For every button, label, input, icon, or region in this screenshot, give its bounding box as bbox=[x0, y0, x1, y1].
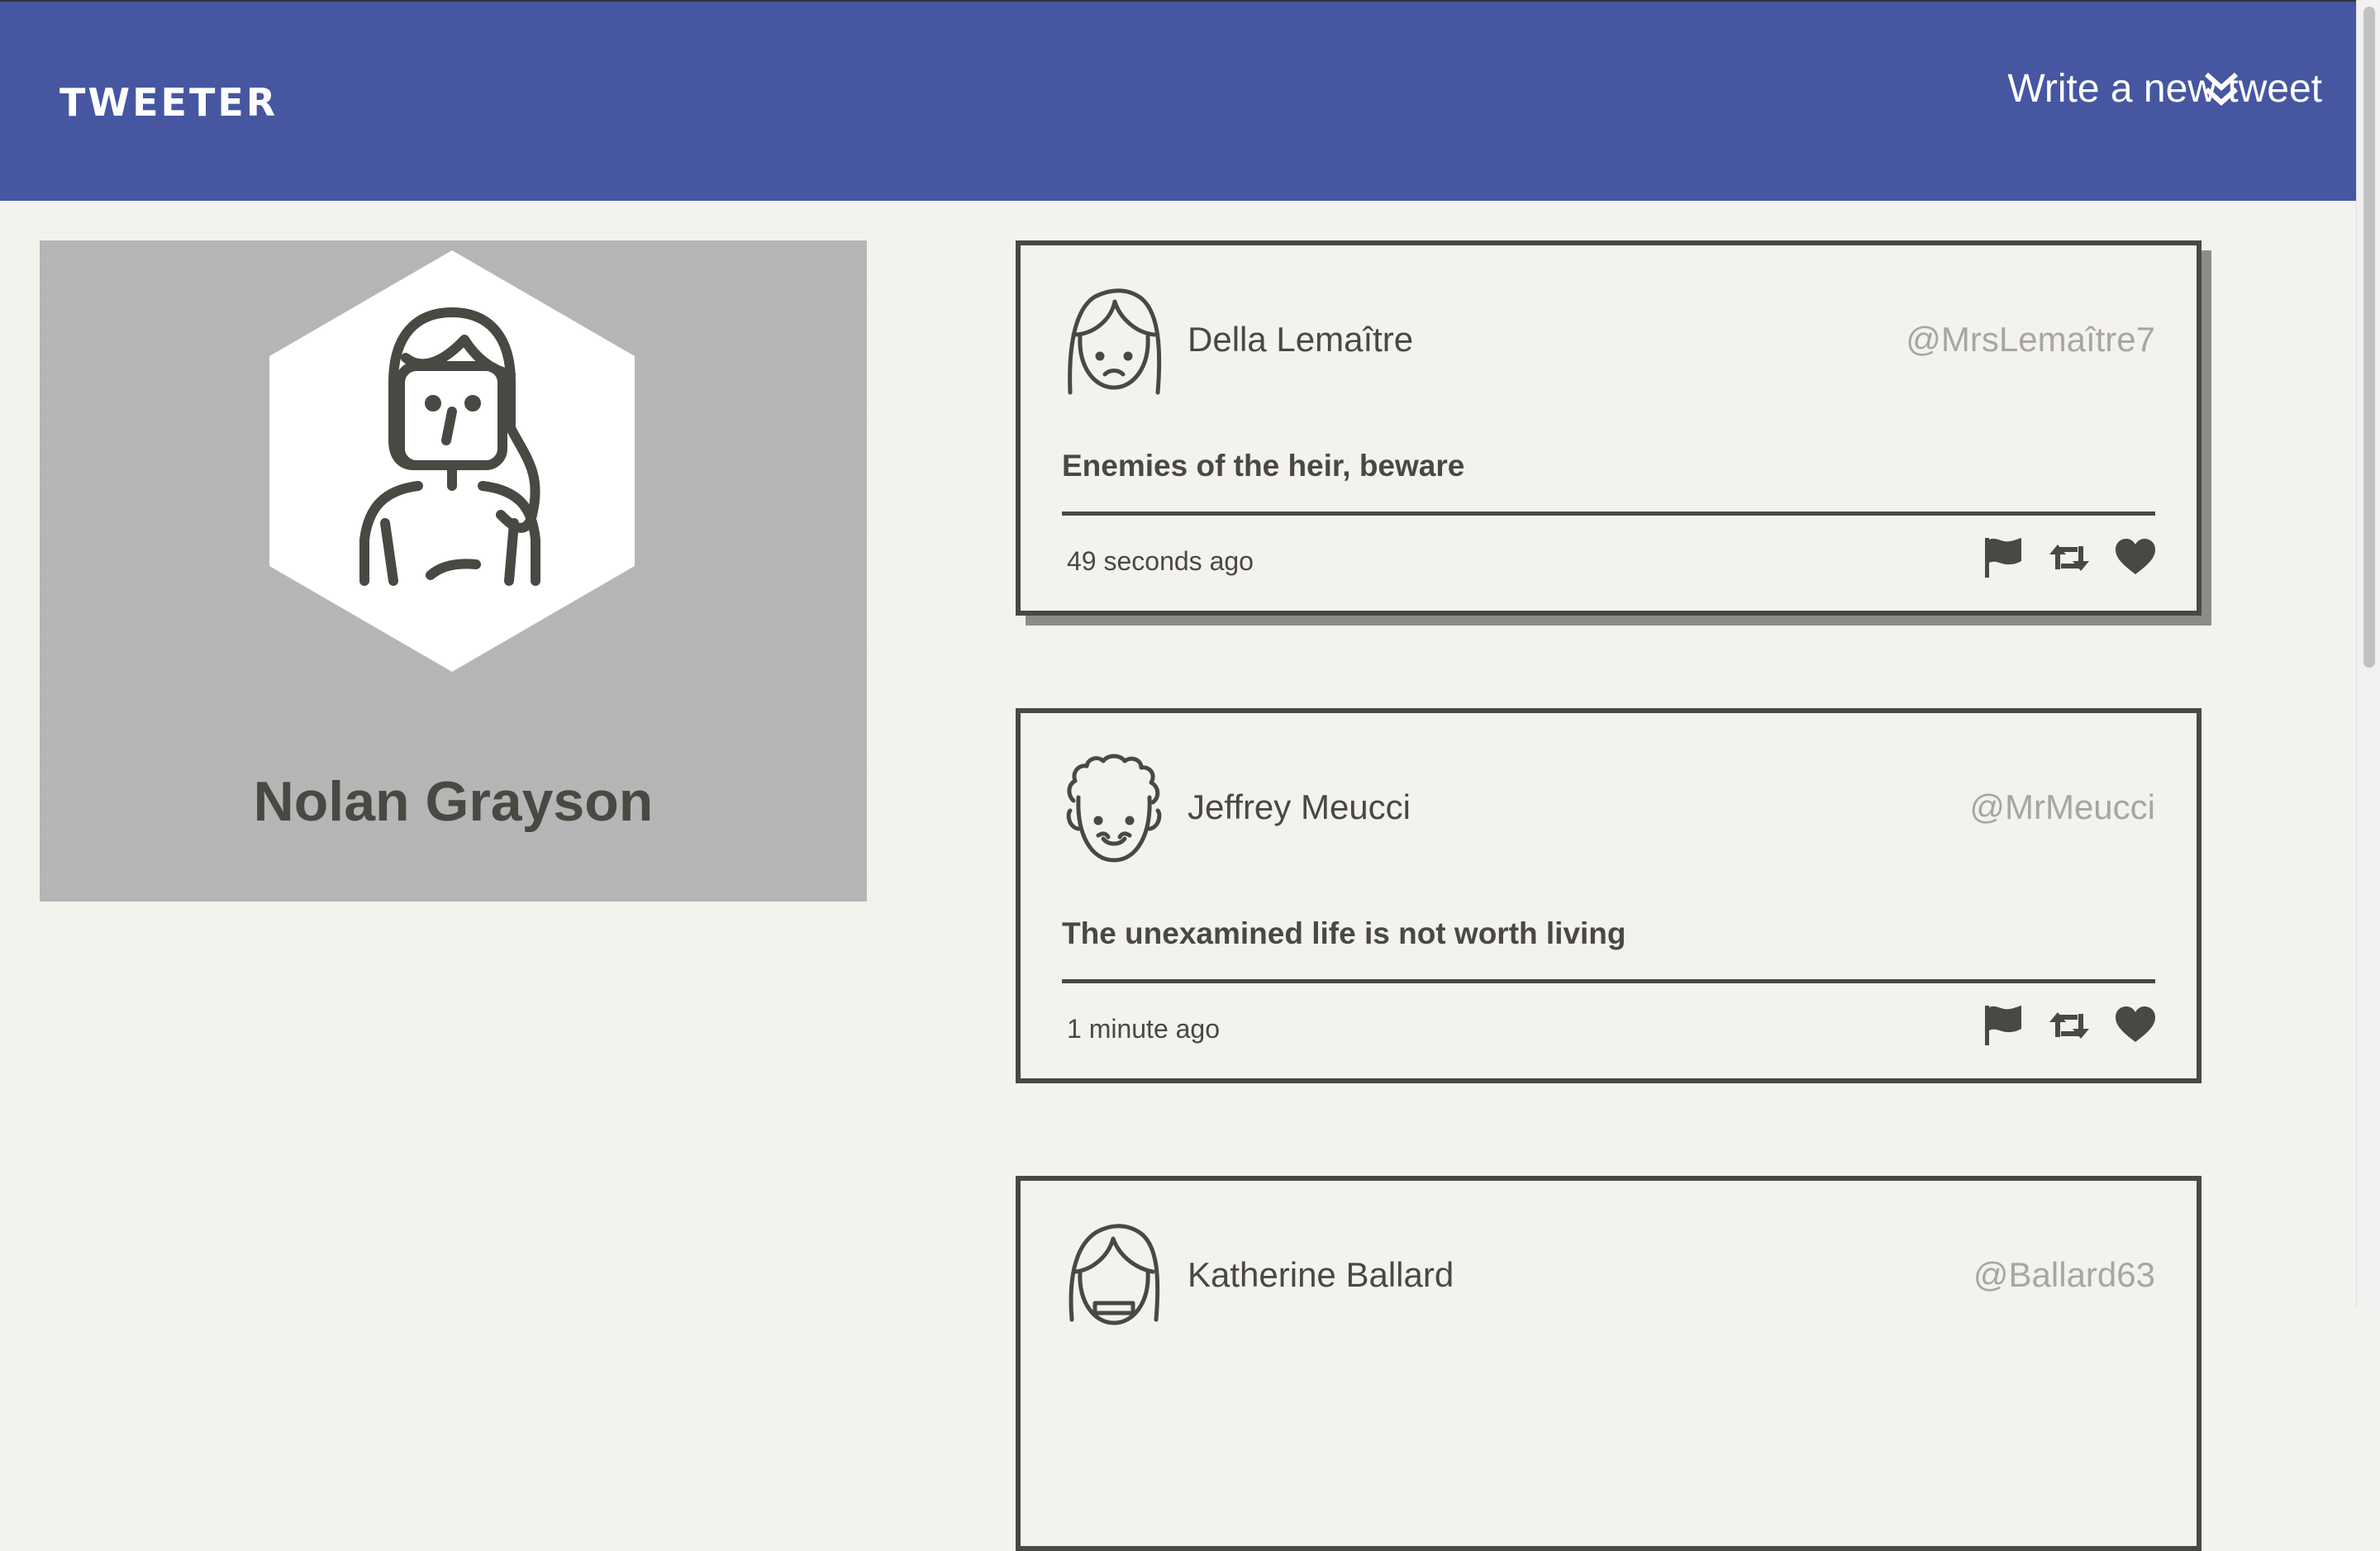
profile-name: Nolan Grayson bbox=[253, 770, 654, 833]
heart-icon[interactable] bbox=[2114, 1004, 2157, 1047]
top-navbar: TWEETER Write a new tweet bbox=[0, 2, 2357, 201]
tweet-text: Enemies of the heir, beware bbox=[1062, 449, 1465, 483]
retweet-icon[interactable] bbox=[2048, 1004, 2091, 1047]
flag-icon[interactable] bbox=[1982, 1004, 2025, 1047]
woman-avatar-icon bbox=[1069, 1224, 1160, 1325]
woman-avatar-icon bbox=[1068, 288, 1162, 395]
tweet-author-name[interactable]: Jeffrey Meucci bbox=[1188, 787, 1411, 827]
tweet-actions bbox=[1982, 1002, 2157, 1049]
tweet-author-name[interactable]: Della Lemaître bbox=[1188, 320, 1413, 359]
tweet-author-handle[interactable]: @MrMeucci bbox=[1969, 787, 2155, 827]
retweet-icon[interactable] bbox=[2048, 536, 2091, 579]
double-chevron-down-icon[interactable] bbox=[2203, 69, 2240, 109]
flag-icon[interactable] bbox=[1982, 536, 2025, 579]
tweet-author-name[interactable]: Katherine Ballard bbox=[1188, 1255, 1454, 1295]
tweet-card[interactable]: Katherine Ballard @Ballard63 bbox=[1016, 1176, 2202, 1551]
tweet-divider bbox=[1062, 979, 2155, 983]
tweet-author-handle[interactable]: @MrsLemaître7 bbox=[1906, 320, 2155, 359]
write-new-tweet-label[interactable]: Write a new tweet bbox=[1992, 69, 2322, 109]
tweet-author-handle[interactable]: @Ballard63 bbox=[1973, 1255, 2155, 1295]
brand-logo[interactable]: TWEETER bbox=[60, 80, 278, 125]
tweet-divider bbox=[1062, 511, 2155, 516]
tweet-actions bbox=[1982, 535, 2157, 581]
page-scrollbar[interactable] bbox=[2356, 0, 2380, 1307]
tweet-card[interactable]: Jeffrey Meucci @MrMeucci The unexamined … bbox=[1016, 708, 2202, 1083]
scrollbar-thumb[interactable] bbox=[2363, 7, 2375, 668]
curly-hair-man-avatar-icon bbox=[1066, 754, 1162, 863]
write-new-tweet-toggle[interactable]: Write a new tweet bbox=[1992, 69, 2322, 109]
tweet-text: The unexamined life is not worth living bbox=[1062, 916, 1626, 950]
heart-icon[interactable] bbox=[2114, 536, 2157, 579]
tweet-card[interactable]: Della Lemaître @MrsLemaître7 Enemies of … bbox=[1016, 240, 2202, 616]
tweet-timestamp: 49 seconds ago bbox=[1067, 546, 1254, 576]
profile-card: Nolan Grayson bbox=[40, 240, 867, 902]
tweet-timestamp: 1 minute ago bbox=[1067, 1014, 1221, 1044]
profile-avatar bbox=[269, 250, 635, 672]
